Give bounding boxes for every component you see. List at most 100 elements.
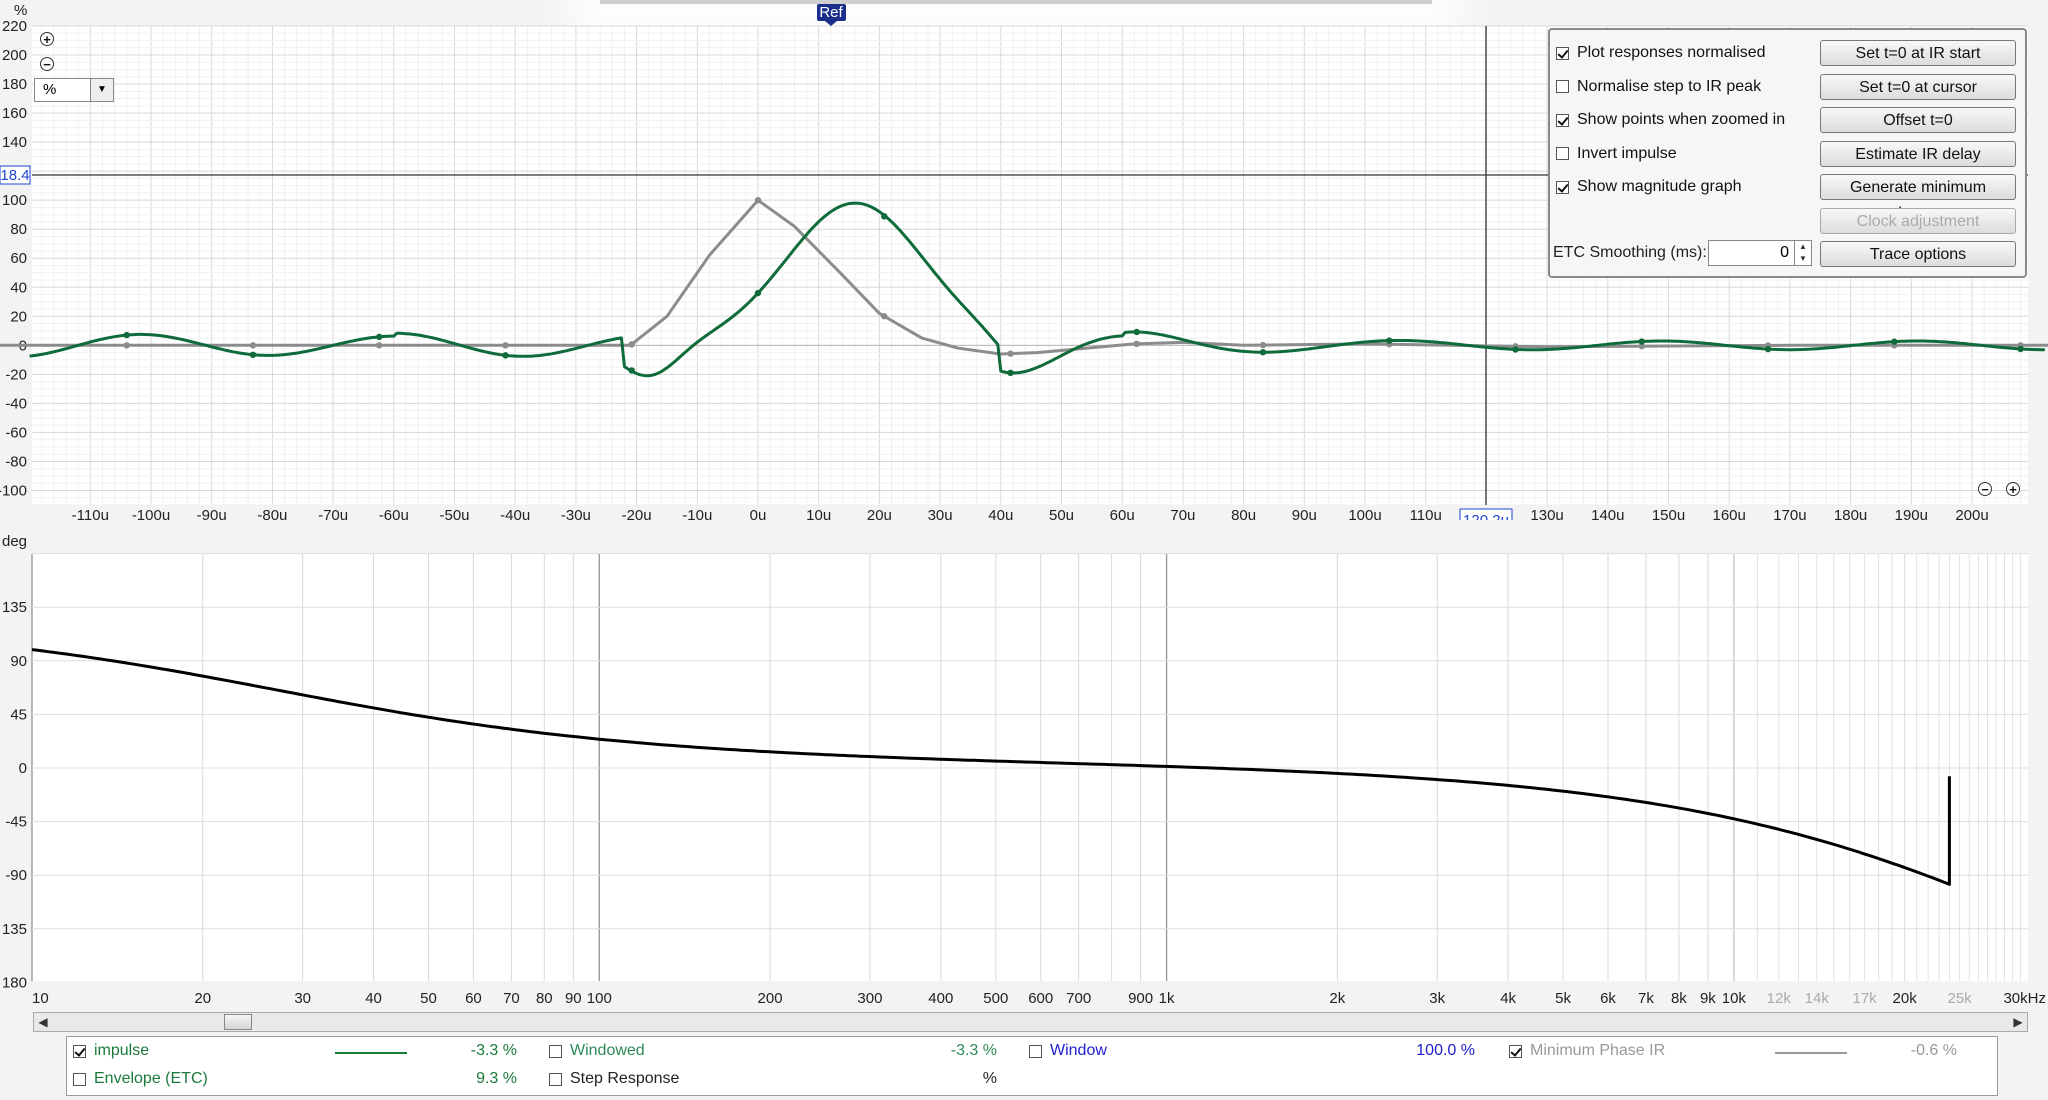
legend-label: Window [1050, 1042, 1107, 1059]
x-tick-label: 17k [1852, 990, 1877, 1007]
etc-smoothing-input[interactable]: 0 ▲ ▼ [1708, 240, 1812, 266]
x-tick-label: -100u [132, 507, 170, 520]
min-phase-point [502, 342, 509, 349]
legend-item-window[interactable]: Window [1029, 1042, 1107, 1060]
x-tick-label: 0u [750, 507, 767, 520]
legend-item-envelope-etc[interactable]: Envelope (ETC) [73, 1070, 208, 1088]
option-show-points-when-zoomed-in[interactable]: Show points when zoomed in [1556, 109, 1785, 131]
x-tick-label: -40u [500, 507, 530, 520]
x-tick-label: 110u [1410, 507, 1442, 520]
offset-t-0-button[interactable]: Offset t=0 [1820, 107, 2016, 133]
x-tick-label: 30 [294, 990, 311, 1007]
y-tick-label: -90 [5, 867, 27, 884]
option-label: Show magnitude graph [1577, 178, 1742, 195]
impulse-point [1891, 338, 1898, 345]
y-tick-label: 100 [2, 192, 27, 209]
legend-item-minimum-phase-ir[interactable]: Minimum Phase IR [1509, 1042, 1665, 1060]
checkbox[interactable] [1556, 80, 1569, 93]
x-tick-label: 10 [32, 990, 49, 1007]
x-tick-label: 90u [1292, 507, 1317, 520]
option-plot-responses-normalised[interactable]: Plot responses normalised [1556, 42, 1766, 64]
x-zoom-in-icon[interactable]: + [2006, 482, 2020, 496]
checkbox[interactable] [1556, 180, 1569, 194]
y-tick-label: 200 [2, 47, 27, 64]
spinner-arrows-icon[interactable]: ▲ ▼ [1794, 241, 1811, 265]
x-tick-label: 60 [465, 990, 482, 1007]
checkbox[interactable] [73, 1072, 86, 1086]
legend-value: -0.6 % [1910, 1042, 1957, 1059]
y-tick-label: -20 [5, 366, 27, 383]
x-tick-label: 5k [1555, 990, 1571, 1007]
min-phase-point [1259, 341, 1267, 349]
impulse-point [1386, 337, 1393, 344]
y-tick-label: -100 [0, 482, 27, 499]
ref-marker: Ref [819, 4, 843, 21]
horizontal-scrollbar[interactable]: ◀ ▶ [33, 1012, 2028, 1032]
min-phase-point [249, 342, 257, 349]
x-tick-label: 300 [857, 990, 882, 1007]
phase-plot[interactable]: 135 90 45 0 -45 -90 135 180 10 20 30 40 50 60 70 80 90 10… [0, 520, 2048, 1010]
option-normalise-step-to-ir-peak[interactable]: Normalise step to IR peak [1556, 76, 1761, 98]
min-phase-point [881, 313, 888, 320]
estimate-ir-delay-button[interactable]: Estimate IR delay [1820, 140, 2016, 167]
checkbox[interactable] [549, 1072, 562, 1086]
checkbox[interactable] [1029, 1044, 1042, 1058]
x-zoom-out-icon[interactable]: − [1978, 482, 1992, 496]
trace-legend: impulse -3.3 % Windowed -3.3 % Window 100.0 %… [66, 1036, 1998, 1096]
min-phase-point [754, 196, 762, 204]
x-tick-label: 60u [1110, 507, 1135, 520]
set-t-0-at-cursor-button[interactable]: Set t=0 at cursor [1820, 73, 2016, 100]
impulse-point [1007, 369, 1014, 377]
set-t-0-at-ir-start-button[interactable]: Set t=0 at IR start [1820, 40, 2016, 66]
clock-adjustment-button[interactable]: Clock adjustment [1820, 207, 2016, 234]
checkbox[interactable] [73, 1044, 86, 1058]
legend-item-impulse[interactable]: impulse [73, 1042, 149, 1060]
y-tick-label: 80 [10, 221, 27, 238]
legend-item-windowed[interactable]: Windowed [549, 1042, 645, 1060]
x-tick-label: 20u [867, 507, 892, 520]
checkbox[interactable] [1556, 113, 1569, 127]
legend-item-step-response[interactable]: Step Response [549, 1070, 679, 1088]
x-tick-label: 80 [536, 990, 553, 1007]
min-phase-point [1007, 350, 1014, 357]
checkbox[interactable] [1509, 1044, 1522, 1058]
scroll-left-icon[interactable]: ◀ [34, 1013, 52, 1031]
legend-value: 100.0 % [1416, 1042, 1475, 1059]
x-tick-label: 150u [1652, 507, 1685, 520]
checkbox[interactable] [1556, 147, 1569, 160]
trace-options-button[interactable]: Trace options [1820, 241, 2016, 267]
x-tick-label: 30u [928, 507, 953, 520]
checkbox[interactable] [1556, 46, 1569, 60]
y-tick-label: -80 [5, 453, 27, 470]
generate-minimum-phase-button[interactable]: Generate minimum phase... [1820, 174, 2016, 222]
x-tick-label: 50 [420, 990, 437, 1007]
zoom-out-icon[interactable]: − [40, 57, 54, 71]
unit-selector-value: % [43, 81, 57, 98]
scroll-right-icon[interactable]: ▶ [2009, 1013, 2027, 1031]
x-tick-label: 190u [1895, 507, 1928, 520]
legend-label: Minimum Phase IR [1530, 1042, 1666, 1059]
unit-selector[interactable]: % ▼ [34, 78, 114, 102]
y-tick-label: 220 [2, 18, 27, 35]
option-show-magnitude-graph[interactable]: Show magnitude graph [1556, 176, 1742, 198]
legend-line-swatch [1775, 1052, 1847, 1054]
etc-smoothing-label: ETC Smoothing (ms): [1553, 244, 1707, 261]
option-label: Normalise step to IR peak [1577, 77, 1762, 95]
legend-line-swatch [335, 1052, 407, 1054]
impulse-point [249, 351, 257, 359]
x-tick-label: -20u [622, 507, 652, 520]
checkbox[interactable] [549, 1044, 562, 1058]
x-tick-label: 90 [565, 990, 582, 1007]
scroll-thumb[interactable] [224, 1014, 252, 1030]
chevron-down-icon[interactable]: ▼ [90, 79, 113, 101]
y-tick-label: 180 [2, 76, 27, 93]
y-tick-label: 160 [2, 105, 27, 122]
zoom-in-icon[interactable]: + [40, 32, 54, 46]
x-tick-label: 6k [1600, 990, 1616, 1007]
option-invert-impulse[interactable]: Invert impulse [1556, 143, 1677, 165]
x-tick-label: -30u [561, 507, 591, 520]
impulse-point [881, 213, 888, 220]
y-tick-label: -60 [5, 424, 27, 441]
x-tick-label: 12k [1767, 990, 1792, 1007]
option-label: Show points when zoomed in [1577, 111, 1786, 128]
